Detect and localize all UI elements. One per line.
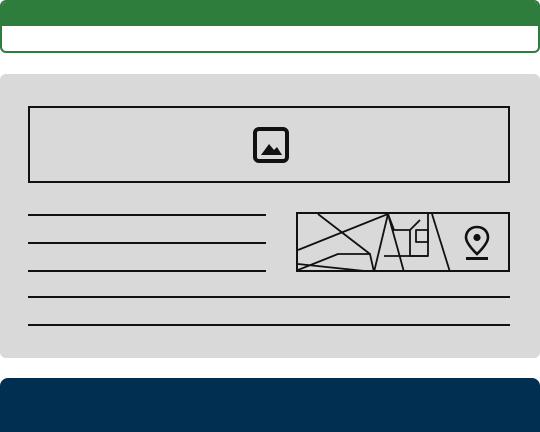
text-line-4	[28, 296, 510, 298]
text-line-3	[28, 270, 266, 272]
image-icon	[253, 127, 289, 163]
text-line-2	[28, 242, 266, 244]
map-placeholder[interactable]	[296, 212, 510, 272]
hero-image-placeholder[interactable]	[28, 106, 510, 183]
header-accent-bar	[2, 2, 538, 26]
content-card	[0, 74, 540, 358]
footer-bar	[0, 378, 540, 432]
map-pin-icon	[464, 225, 490, 260]
wireframe-page	[0, 0, 540, 432]
header-banner	[0, 0, 540, 53]
text-line-5	[28, 324, 510, 326]
text-line-1	[28, 214, 266, 216]
